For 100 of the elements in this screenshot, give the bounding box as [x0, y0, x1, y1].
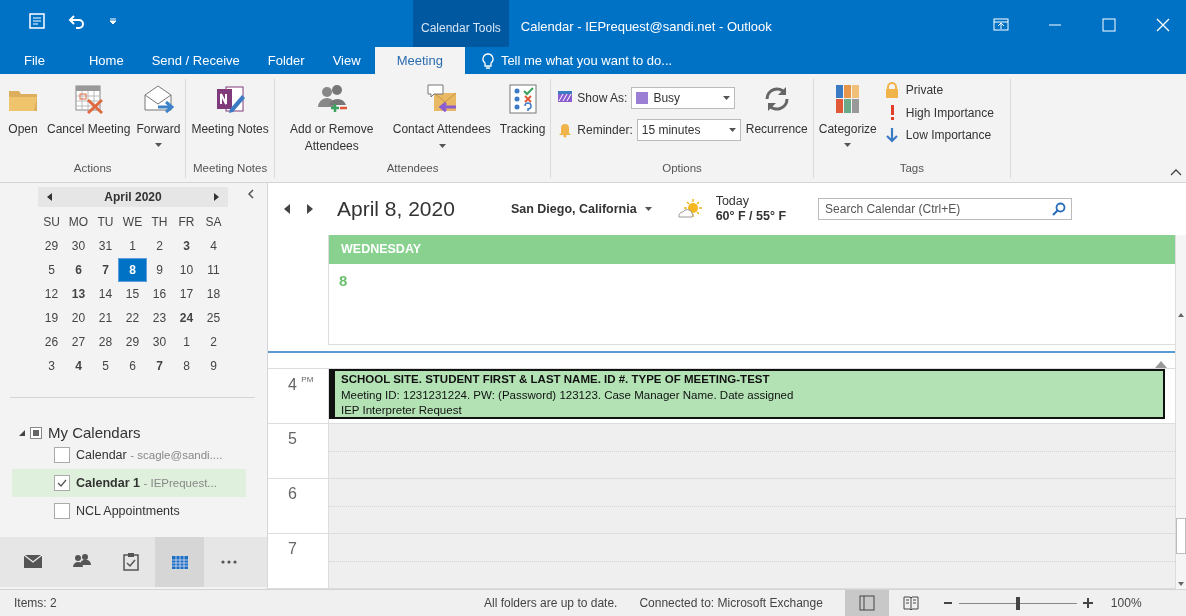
calendar-day[interactable]: 5 [38, 261, 65, 279]
calendar-day[interactable]: 8 [173, 357, 200, 375]
ribbon-button[interactable]: Categorize [815, 79, 880, 149]
calendar-day[interactable]: 19 [38, 309, 65, 327]
partial-checkbox-icon[interactable] [30, 426, 42, 439]
appointment[interactable]: SCHOOL SITE. STUDENT FIRST & LAST NAME. ID #. TYPE OF MEETING-TEST Meeting ID: 1231231224. PW: (Password) 123123. Case Manager Name. Date assigned IEP Interpreter Request [329, 369, 1165, 419]
ribbon-tab[interactable]: Folder [253, 47, 319, 74]
ribbon-button[interactable]: Tracking [496, 79, 549, 140]
calendar-day[interactable]: 7 [146, 357, 173, 375]
calendar-day[interactable]: 16 [146, 285, 173, 303]
month-title: April 2020 [104, 190, 162, 204]
calendar-day[interactable]: 8 [119, 259, 146, 281]
calendar-list-item[interactable]: NCL Appointments [12, 497, 246, 525]
ribbon-button[interactable]: Open [2, 79, 44, 140]
calendar-day[interactable]: 2 [200, 333, 227, 351]
ribbon-button[interactable]: Forward [133, 79, 184, 149]
calendar-day[interactable]: 2 [146, 237, 173, 255]
calendar-day[interactable]: 22 [119, 309, 146, 327]
calendar-day[interactable]: 30 [146, 333, 173, 351]
ribbon-tab[interactable]: Meeting [374, 47, 465, 74]
calendar-day[interactable]: 13 [65, 285, 92, 303]
ribbon-button[interactable]: Meeting Notes [188, 79, 272, 140]
hour-label: 6 [288, 485, 297, 502]
clipboard-check-icon [120, 552, 141, 572]
calendar-day[interactable]: 12 [38, 285, 65, 303]
ribbon-button[interactable]: Low Importance [883, 127, 994, 143]
search-field[interactable]: Search Calendar (Ctrl+E) [818, 198, 1073, 220]
checkbox[interactable] [54, 503, 70, 519]
ribbon-tab[interactable]: Send / Receive [137, 47, 254, 74]
weekday-label: TU [96, 214, 115, 231]
ribbon-tab[interactable]: Home [74, 47, 138, 74]
tell-me-field[interactable]: Tell me what you want to do... [500, 51, 701, 70]
calendar-day[interactable]: 6 [119, 357, 146, 375]
calendar-list-item[interactable]: Calendar - scagle@sandi.... [12, 441, 246, 469]
nav-button[interactable] [155, 537, 204, 587]
customize-icon[interactable] [108, 16, 118, 26]
checkbox[interactable] [54, 475, 70, 491]
calendar-day[interactable]: 6 [65, 261, 92, 279]
search-icon[interactable] [1052, 202, 1067, 216]
lock-icon [883, 82, 900, 98]
ribbon-button[interactable]: Private [883, 82, 994, 98]
expanded-icon[interactable] [18, 428, 26, 437]
dropdown-field[interactable]: Busy [631, 87, 736, 109]
calendar-day[interactable]: 29 [38, 237, 65, 255]
location-selector[interactable]: San Diego, California [510, 202, 652, 216]
calendar-day[interactable]: 3 [173, 237, 200, 255]
calendar-day[interactable]: 28 [92, 333, 119, 351]
checkbox[interactable] [54, 447, 70, 463]
calendar-day[interactable]: 9 [146, 261, 173, 279]
previous-day-icon[interactable] [283, 204, 291, 214]
view-button[interactable] [844, 590, 889, 616]
calendar-day[interactable]: 18 [200, 285, 227, 303]
calendar-day[interactable]: 11 [200, 261, 227, 279]
group-label: Tags [898, 162, 925, 176]
calendar-day[interactable]: 29 [119, 333, 146, 351]
scrollbar-thumb[interactable] [1176, 518, 1186, 554]
calendar-day[interactable]: 1 [119, 237, 146, 255]
calendar-day[interactable]: 31 [92, 237, 119, 255]
calendar-day[interactable]: 1 [173, 333, 200, 351]
weekday-label: WE [121, 214, 144, 231]
calendar-day[interactable]: 30 [65, 237, 92, 255]
calendar-day[interactable]: 23 [146, 309, 173, 327]
ribbon-button[interactable]: Add or Remove Attendees [276, 79, 387, 157]
next-month-icon[interactable] [212, 193, 220, 201]
slider-thumb[interactable] [1015, 596, 1020, 610]
field-label: Reminder: [577, 123, 633, 137]
calendar-day[interactable]: 25 [200, 309, 227, 327]
calendar-day[interactable]: 5 [92, 357, 119, 375]
appointment-details: Meeting ID: 1231231224. PW: (Password) 123123. Case Manager Name. Date assigned [341, 387, 795, 403]
weather-label: Today [715, 194, 750, 209]
zoom-in-icon[interactable] [1082, 598, 1093, 608]
collapse-ribbon-icon[interactable] [1170, 168, 1182, 176]
calendar-day[interactable]: 4 [200, 237, 227, 255]
undo-icon[interactable] [68, 12, 86, 30]
calendar-day[interactable]: 10 [173, 261, 200, 279]
ribbon-tab[interactable]: View [318, 47, 375, 74]
save-icon[interactable] [28, 12, 46, 30]
calendar-day[interactable]: 4 [65, 357, 92, 375]
dropdown-field[interactable]: 15 minutes [636, 119, 741, 141]
ribbon-button[interactable]: Cancel Meeting [44, 79, 134, 140]
calendar-list-item[interactable]: Calendar 1 - IEPrequest... [12, 469, 246, 497]
calendar-day[interactable]: 3 [38, 357, 65, 375]
collapse-pane-icon[interactable] [247, 189, 255, 199]
scrollbar[interactable] [1175, 235, 1186, 589]
ribbon-tab[interactable]: File [0, 47, 63, 74]
ribbon-button[interactable]: Recurrence [742, 79, 811, 140]
calendar-day[interactable]: 9 [200, 357, 227, 375]
calendar-day[interactable]: 7 [92, 261, 119, 279]
ribbon-button[interactable]: High Importance [883, 105, 994, 120]
calendar-day[interactable]: 15 [119, 285, 146, 303]
calendar-day[interactable]: 20 [65, 309, 92, 327]
calendar-day[interactable]: 24 [173, 309, 200, 327]
calendar-day[interactable]: 27 [65, 333, 92, 351]
calendar-day[interactable]: 14 [92, 285, 119, 303]
calendar-day[interactable]: 26 [38, 333, 65, 351]
previous-month-icon[interactable] [46, 193, 54, 201]
calendar-day[interactable]: 17 [173, 285, 200, 303]
ribbon-button[interactable]: Contact Attendees [386, 79, 497, 157]
calendar-day[interactable]: 21 [92, 309, 119, 327]
next-day-icon[interactable] [306, 204, 314, 214]
